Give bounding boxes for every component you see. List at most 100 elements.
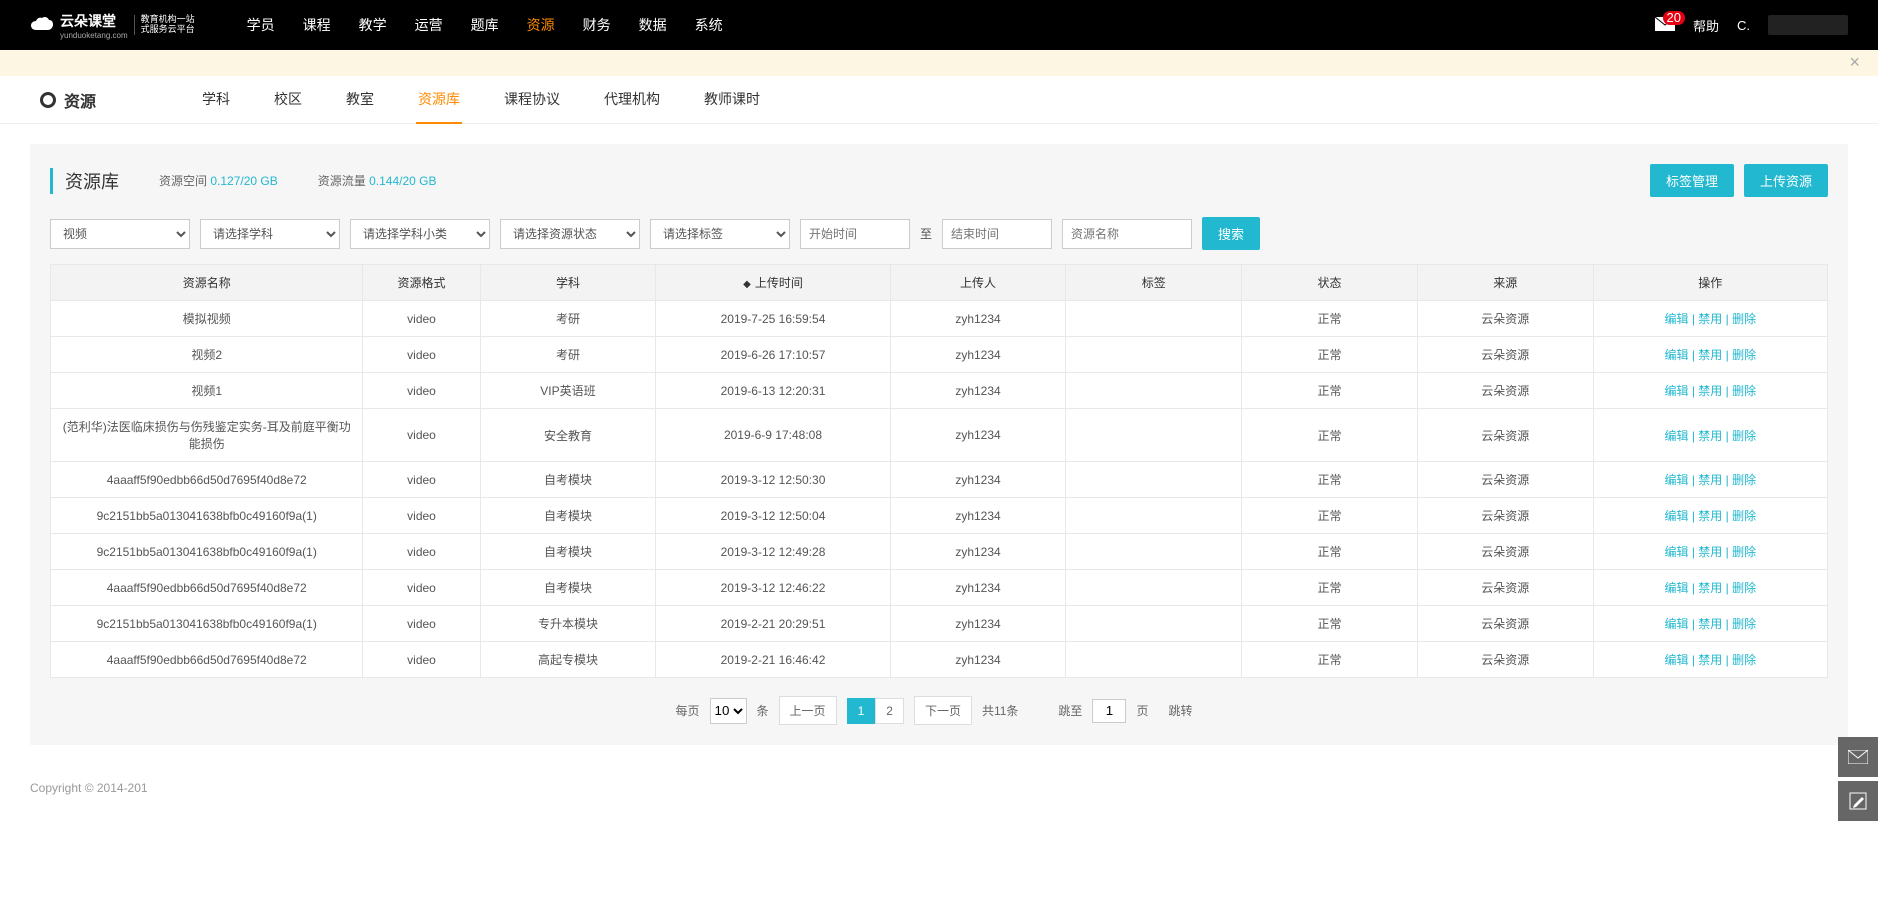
disable-link[interactable]: 禁用 [1698,348,1722,362]
col-label-5: 标签 [1142,276,1166,290]
edit-link[interactable]: 编辑 [1664,429,1688,443]
end-time-input[interactable] [942,219,1052,249]
next-page-button[interactable]: 下一页 [914,696,972,725]
tag-select[interactable]: 请选择标签 [650,219,790,249]
table-row: 9c2151bb5a013041638bfb0c49160f9a(1)video… [51,498,1828,534]
delete-link[interactable]: 删除 [1732,384,1756,398]
search-button[interactable]: 搜索 [1202,217,1260,250]
topnav-item-2[interactable]: 教学 [355,1,391,49]
disable-link[interactable]: 禁用 [1698,473,1722,487]
subnav-item-2[interactable]: 教室 [344,76,376,124]
delete-link[interactable]: 删除 [1732,348,1756,362]
edit-link[interactable]: 编辑 [1664,509,1688,523]
cell-6: 正常 [1242,337,1418,373]
subnav-item-6[interactable]: 教师课时 [702,76,762,124]
status-select[interactable]: 请选择资源状态 [500,219,640,249]
type-select[interactable]: 视频 [50,219,190,249]
actions-cell: 编辑 | 禁用 | 删除 [1593,534,1827,570]
page-2-button[interactable]: 2 [875,698,904,724]
mail-button[interactable]: 20 [1655,17,1675,34]
edit-link[interactable]: 编辑 [1664,473,1688,487]
disable-link[interactable]: 禁用 [1698,429,1722,443]
edit-link[interactable]: 编辑 [1664,545,1688,559]
user-name-redacted[interactable] [1768,15,1848,35]
edit-link[interactable]: 编辑 [1664,653,1688,667]
side-float [1838,737,1878,821]
topnav-item-0[interactable]: 学员 [243,1,279,49]
cell-2: 自考模块 [480,570,656,606]
topnav-item-6[interactable]: 财务 [579,1,615,49]
jump-button[interactable]: 跳转 [1158,697,1202,724]
delete-link[interactable]: 删除 [1732,473,1756,487]
page-1-button[interactable]: 1 [847,698,876,724]
upload-resource-button[interactable]: 上传资源 [1744,164,1828,197]
cell-6: 正常 [1242,534,1418,570]
topnav-item-7[interactable]: 数据 [635,1,671,49]
edit-link[interactable]: 编辑 [1664,348,1688,362]
float-edit-button[interactable] [1838,781,1878,821]
col-1: 资源格式 [363,265,480,301]
disable-link[interactable]: 禁用 [1698,509,1722,523]
edit-link[interactable]: 编辑 [1664,617,1688,631]
edit-link[interactable]: 编辑 [1664,581,1688,595]
cell-7: 云朵资源 [1417,534,1593,570]
resource-name-input[interactable] [1062,219,1192,249]
subnav-item-0[interactable]: 学科 [200,76,232,124]
help-link[interactable]: 帮助 [1693,16,1719,35]
logo[interactable]: 云朵课堂 yunduoketang.com 教育机构一站 式服务云平台 [30,11,195,40]
topnav-item-8[interactable]: 系统 [691,1,727,49]
cell-4: zyh1234 [890,373,1066,409]
edit-link[interactable]: 编辑 [1664,384,1688,398]
sub-nav: 资源 学科校区教室资源库课程协议代理机构教师课时 [0,76,1878,124]
delete-link[interactable]: 删除 [1732,312,1756,326]
subnav-item-3[interactable]: 资源库 [416,76,462,124]
disable-link[interactable]: 禁用 [1698,653,1722,667]
start-time-input[interactable] [800,219,910,249]
disable-link[interactable]: 禁用 [1698,545,1722,559]
float-mail-button[interactable] [1838,737,1878,777]
cell-5 [1066,534,1242,570]
tag-manage-button[interactable]: 标签管理 [1650,164,1734,197]
subnav-item-1[interactable]: 校区 [272,76,304,124]
cell-7: 云朵资源 [1417,373,1593,409]
disable-link[interactable]: 禁用 [1698,384,1722,398]
disable-link[interactable]: 禁用 [1698,312,1722,326]
cell-0: (范利华)法医临床损伤与伤残鉴定实务-耳及前庭平衡功能损伤 [51,409,363,462]
col-3[interactable]: ◆上传时间 [656,265,890,301]
cell-7: 云朵资源 [1417,409,1593,462]
sep: | [1722,384,1732,398]
subnav-item-5[interactable]: 代理机构 [602,76,662,124]
delete-link[interactable]: 删除 [1732,617,1756,631]
prev-page-button[interactable]: 上一页 [779,696,837,725]
cell-4: zyh1234 [890,498,1066,534]
topnav-item-4[interactable]: 题库 [467,1,503,49]
delete-link[interactable]: 删除 [1732,581,1756,595]
close-icon[interactable]: × [1849,52,1860,73]
topnav-item-5[interactable]: 资源 [523,1,559,49]
per-page-select[interactable]: 10 [710,698,747,724]
edit-link[interactable]: 编辑 [1664,312,1688,326]
jump-input[interactable] [1092,699,1126,723]
disable-link[interactable]: 禁用 [1698,581,1722,595]
disable-link[interactable]: 禁用 [1698,617,1722,631]
cell-0: 4aaaff5f90edbb66d50d7695f40d8e72 [51,570,363,606]
cell-6: 正常 [1242,373,1418,409]
actions-cell: 编辑 | 禁用 | 删除 [1593,373,1827,409]
delete-link[interactable]: 删除 [1732,429,1756,443]
cell-2: 安全教育 [480,409,656,462]
table-row: 4aaaff5f90edbb66d50d7695f40d8e72video高起专… [51,642,1828,678]
cell-1: video [363,642,480,678]
delete-link[interactable]: 删除 [1732,509,1756,523]
delete-link[interactable]: 删除 [1732,653,1756,667]
page-title-text: 资源 [64,88,96,112]
sub-nav-menu: 学科校区教室资源库课程协议代理机构教师课时 [200,76,762,124]
cell-4: zyh1234 [890,642,1066,678]
subcategory-select[interactable]: 请选择学科小类 [350,219,490,249]
subnav-item-4[interactable]: 课程协议 [502,76,562,124]
delete-link[interactable]: 删除 [1732,545,1756,559]
topnav-item-1[interactable]: 课程 [299,1,335,49]
cell-0: 4aaaff5f90edbb66d50d7695f40d8e72 [51,462,363,498]
topnav-item-3[interactable]: 运营 [411,1,447,49]
subject-select[interactable]: 请选择学科 [200,219,340,249]
sep: | [1688,653,1698,667]
